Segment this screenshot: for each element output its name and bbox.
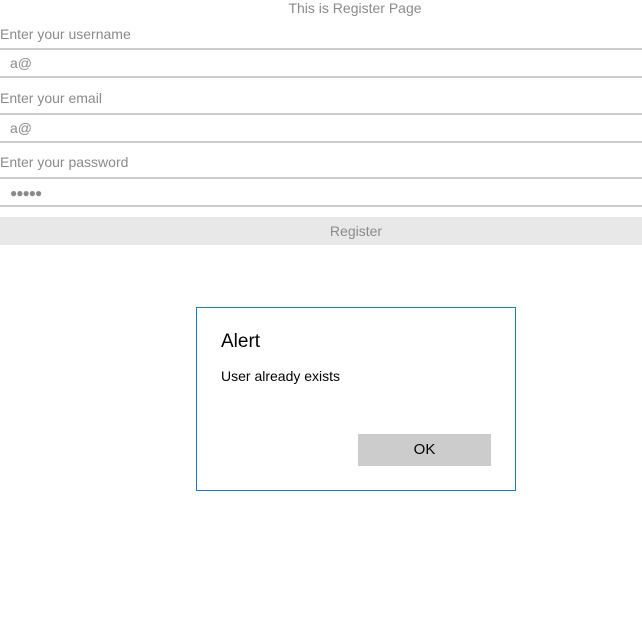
username-value: a@ [10, 55, 32, 71]
password-value: ●●●●● [10, 186, 42, 200]
register-page: This is Register Page Enter your usernam… [0, 0, 642, 624]
dialog-message: User already exists [221, 368, 341, 384]
password-label: Enter your password [0, 154, 129, 170]
alert-dialog: Alert User already exists OK [196, 307, 516, 491]
username-field[interactable]: a@ [0, 48, 642, 78]
email-value: a@ [10, 120, 32, 136]
email-label: Enter your email [0, 90, 102, 106]
dialog-title: Alert [221, 331, 261, 352]
username-label: Enter your username [0, 26, 131, 42]
register-button[interactable]: Register [0, 217, 642, 245]
page-title: This is Register Page [288, 0, 422, 16]
email-field[interactable]: a@ [0, 113, 642, 143]
ok-button[interactable]: OK [358, 434, 491, 466]
password-field[interactable]: ●●●●● [0, 177, 642, 207]
